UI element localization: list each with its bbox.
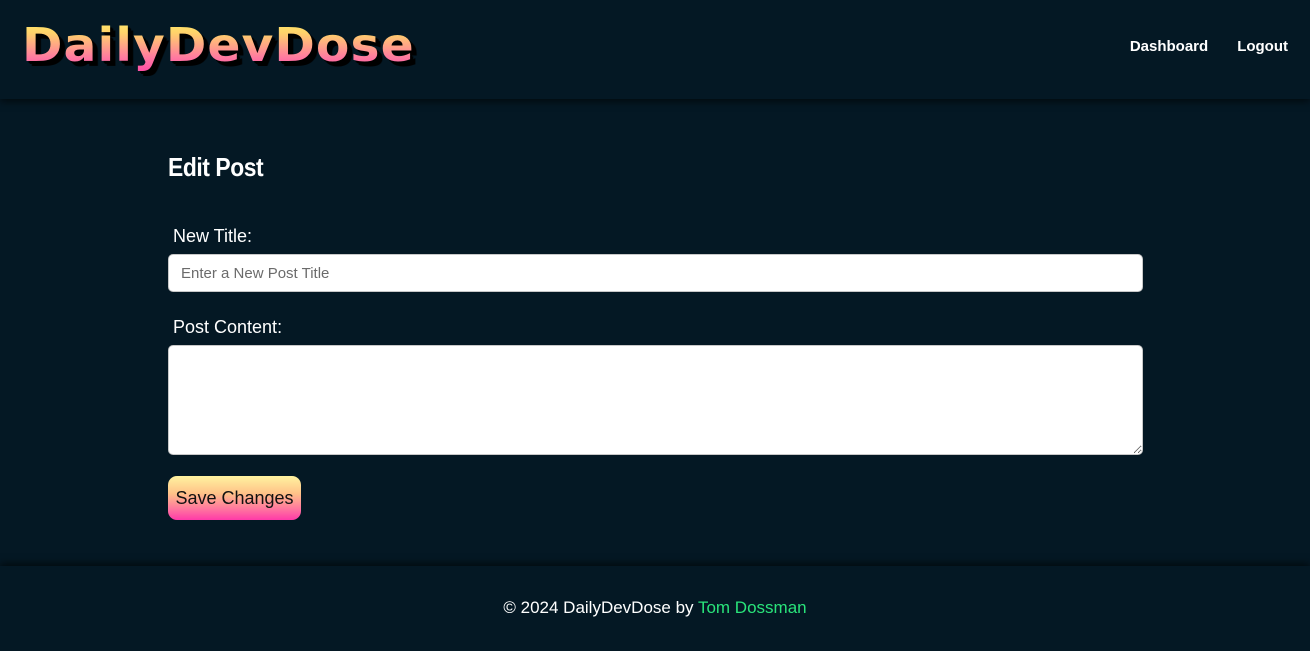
- content-label: Post Content:: [173, 317, 283, 337]
- page-title: Edit Post: [168, 152, 264, 182]
- title-input[interactable]: [168, 254, 1143, 292]
- author-link[interactable]: Tom Dossman: [698, 598, 807, 617]
- footer-credit: © 2024 DailyDevDose by Tom Dossman: [0, 598, 1310, 618]
- site-logo[interactable]: DailyDevDose: [22, 14, 415, 76]
- title-label: New Title:: [173, 226, 253, 246]
- site-footer: © 2024 DailyDevDose by Tom Dossman: [0, 566, 1310, 651]
- nav-logout-link[interactable]: Logout: [1237, 38, 1288, 55]
- main-nav: Dashboard Logout: [1130, 38, 1288, 55]
- site-header: DailyDevDose Dashboard Logout: [0, 0, 1310, 99]
- page: DailyDevDose Dashboard Logout Edit Post …: [0, 0, 1310, 651]
- footer-copyright: © 2024 DailyDevDose by: [503, 598, 698, 617]
- save-changes-button[interactable]: Save Changes: [168, 476, 301, 520]
- nav-dashboard-link[interactable]: Dashboard: [1130, 38, 1208, 55]
- content-textarea[interactable]: [168, 345, 1143, 455]
